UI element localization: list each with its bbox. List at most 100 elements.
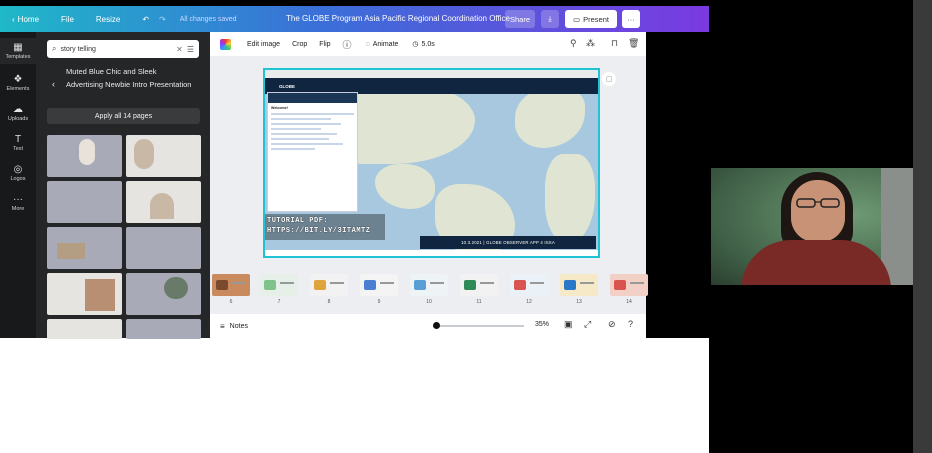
zoom-slider[interactable] [436,325,524,327]
help-icon[interactable]: ? [628,319,633,329]
rail-text[interactable]: T Text [0,134,36,152]
presenter-glasses [796,198,840,208]
page-thumbnail[interactable] [410,274,448,296]
globe-brand: GLOBE [279,83,296,89]
webcam-video [711,168,913,285]
left-rail: ▦ Templates ❖ Elements ☁ Uploads T Text ◎ Log… [0,32,36,338]
search-icon: ⌕ [52,44,57,53]
popup-line [271,138,329,140]
chevron-left-icon: ‹ [12,14,15,24]
page-thumbnail[interactable] [212,274,250,296]
page-thumbnail[interactable] [610,274,648,296]
clear-icon[interactable]: ✕ [176,45,183,54]
globe-popup: Welcome! [267,92,358,212]
template-thumbnail[interactable] [126,181,201,223]
popup-line [271,133,337,135]
presenter-face [791,180,845,242]
page-thumbnail-graphic [464,280,476,290]
template-thumbnail[interactable] [126,319,201,339]
page-thumbnail-line [630,282,644,284]
search-input[interactable]: story telling [60,46,95,53]
template-thumbnail[interactable] [47,319,122,339]
info-icon[interactable]: ⓘ [343,38,352,51]
page-thumbnail-line [580,282,594,284]
page-thumbnail-graphic [314,280,326,290]
comment-icon[interactable]: ▢ [602,72,616,86]
page-number: 13 [576,299,582,305]
color-picker-icon[interactable] [220,38,231,50]
crop-button[interactable]: Crop [292,41,307,48]
animate-icon: ◌ [365,40,370,48]
animate-button[interactable]: ◌ Animate [366,41,399,48]
download-icon[interactable]: ⤓ [541,10,559,28]
popup-line [271,128,321,130]
page-thumbnail[interactable] [560,274,598,296]
rail-more[interactable]: ··· More [0,194,36,212]
transparency-icon[interactable]: ⁂ [586,38,595,49]
page-thumbnail[interactable] [360,274,398,296]
page-thumbnail-graphic [514,280,526,290]
popup-header [268,93,357,103]
lock-icon[interactable]: ⊓ [611,38,618,49]
zoom-value[interactable]: 35% [535,321,549,328]
browser-bar [265,70,598,78]
logos-icon: ◎ [13,164,23,175]
trash-icon[interactable]: 🗑 [628,38,639,49]
template-thumbnail[interactable] [47,181,122,223]
page-thumbnail[interactable] [310,274,348,296]
template-thumbnail[interactable] [47,273,122,315]
redo-icon[interactable]: ↷ [159,15,166,24]
document-title[interactable]: The GLOBE Program Asia Pacific Regional … [286,14,510,23]
resize-button[interactable]: Resize [96,15,120,24]
duration-button[interactable]: ◷ 5.0s [412,40,434,49]
page-grid-icon[interactable]: ▣ [564,319,573,330]
page-thumbnail-graphic [614,280,626,290]
templates-icon: ▦ [13,42,23,53]
page-number: 6 [229,299,233,305]
check-icon[interactable]: ⊘ [608,319,616,330]
present-button[interactable]: ▭ Present [565,10,617,28]
back-arrow-icon[interactable]: ‹ [52,78,55,91]
page-thumbnail[interactable] [260,274,298,296]
popup-line [271,118,331,120]
screen-recording: ‹ Home File Resize ↶ ↷ All changes saved … [0,0,932,453]
template-thumbnail[interactable] [126,273,201,315]
template-thumbnail[interactable] [126,135,201,177]
timer-icon: ◷ [412,41,419,48]
popup-line [271,113,354,115]
page-thumbnail[interactable] [510,274,548,296]
edit-image-button[interactable]: Edit image [247,41,280,48]
notes-icon[interactable]: ≡ [220,322,225,331]
template-heading: ‹ Muted Blue Chic and Sleek Advertising … [52,66,194,91]
more-options-button[interactable]: ··· [622,10,640,28]
rail-templates[interactable]: ▦ Templates [0,38,36,64]
more-dots-icon: ··· [13,194,23,205]
share-button[interactable]: Share [505,10,535,28]
page-thumbnail-line [330,282,344,284]
rail-logos[interactable]: ◎ Logos [0,164,36,182]
slide-canvas[interactable]: GLOBE Welcome! TUTORIAL PDF: HTTPS://BIT… [263,68,600,258]
editor-area: Edit image Crop Flip ⓘ ◌ Animate ◷ 5.0s ⚲ … [210,32,648,338]
zoom-handle[interactable] [433,322,440,329]
undo-icon[interactable]: ↶ [142,15,149,24]
filter-icon[interactable]: ☰ [187,45,194,54]
fullscreen-icon[interactable]: ⤢ [584,319,591,330]
present-icon: ▭ [573,14,581,24]
page-thumbnail[interactable] [460,274,498,296]
home-button[interactable]: ‹ Home [12,15,39,24]
template-thumbnail[interactable] [47,227,122,269]
search-field[interactable]: ⌕ story telling ✕ ☰ [47,40,199,58]
file-menu[interactable]: File [61,15,74,24]
page-thumbnail-line [530,282,544,284]
template-thumbnail[interactable] [47,135,122,177]
rail-elements[interactable]: ❖ Elements [0,74,36,92]
paint-format-icon[interactable]: ⚲ [570,38,577,49]
popup-title: Welcome! [271,106,288,110]
page-thumbnail-graphic [564,280,576,290]
flip-button[interactable]: Flip [319,41,330,48]
tutorial-line-2: HTTPS://BIT.LY/3ITAMTZ [267,227,371,235]
notes-button[interactable]: Notes [230,323,248,330]
template-thumbnail[interactable] [126,227,201,269]
rail-uploads[interactable]: ☁ Uploads [0,104,36,122]
apply-all-button[interactable]: Apply all 14 pages [47,108,200,124]
